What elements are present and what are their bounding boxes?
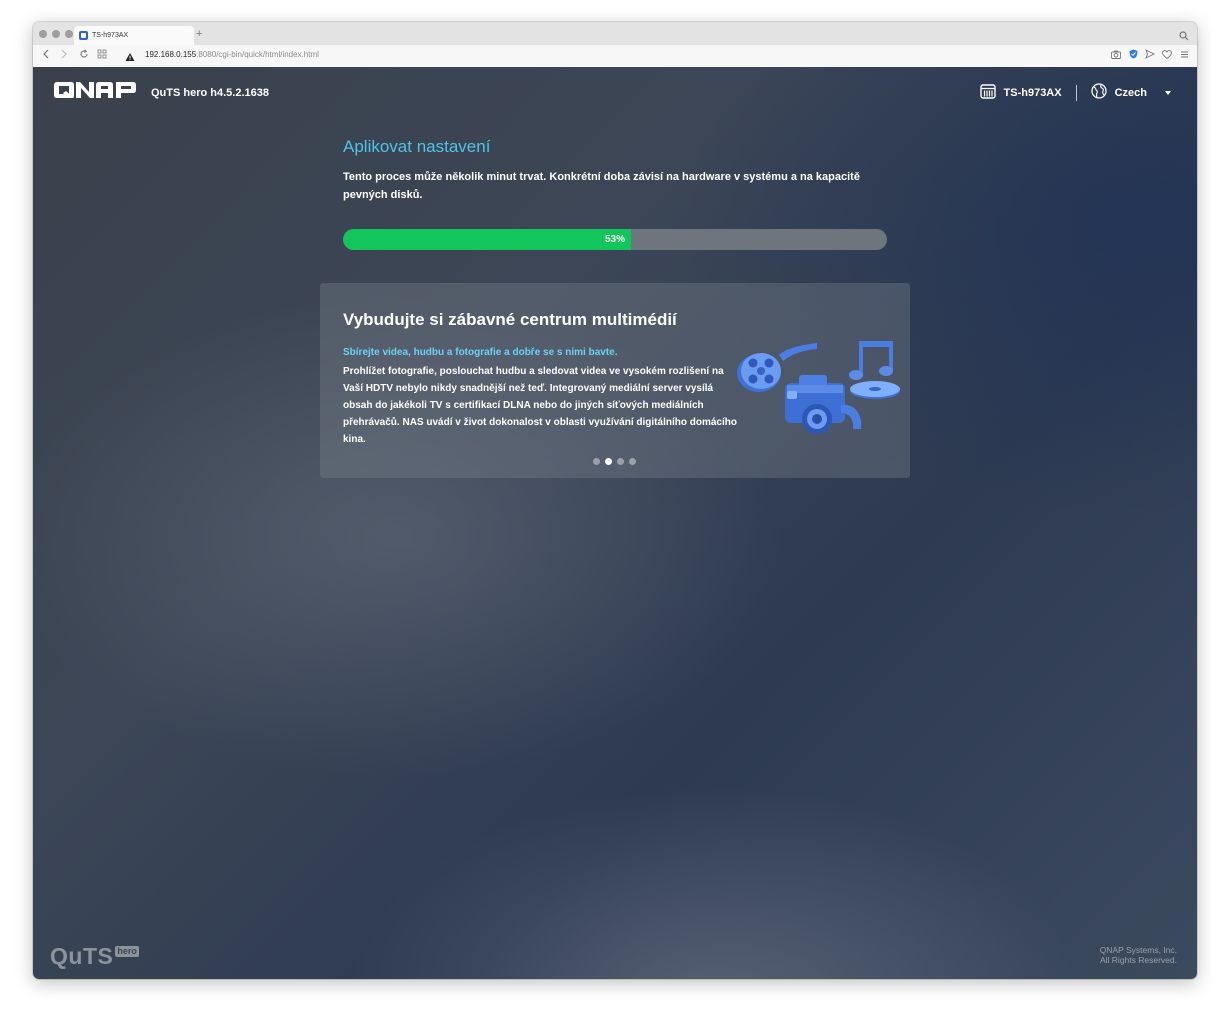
send-icon[interactable]: [1145, 49, 1155, 59]
os-version: QuTS hero h4.5.2.1638: [151, 86, 269, 99]
heart-icon[interactable]: [1162, 49, 1172, 59]
qnap-logo: [54, 81, 140, 104]
qnap-favicon-icon: [79, 31, 88, 40]
address-bar-tools: [1111, 49, 1189, 59]
close-window-button[interactable]: [39, 30, 47, 38]
carousel-dots: [593, 458, 636, 465]
setup-description: Tento proces může několik minut trvat. K…: [343, 171, 860, 201]
carousel-subtitle: Sbírejte videa, hudbu a fotografie a dob…: [343, 347, 618, 358]
menu-icon[interactable]: [1179, 49, 1189, 59]
new-tab-button[interactable]: +: [196, 28, 202, 40]
carousel-dot-4[interactable]: [629, 458, 636, 465]
progress-bar: 53%: [343, 229, 887, 250]
multimedia-illustration: [733, 333, 903, 448]
page-title: Aplikovat nastavení: [343, 137, 491, 156]
header-brand: QuTS hero h4.5.2.1638: [54, 81, 269, 104]
minimize-window-button[interactable]: [52, 30, 60, 38]
copyright-rights: All Rights Reserved.: [1099, 955, 1177, 965]
footer-logo: QuTS hero: [50, 943, 139, 970]
url-host: 192.168.0.155: [145, 50, 197, 59]
device-name: TS-h973AX: [1003, 86, 1062, 99]
camera-icon[interactable]: [1111, 49, 1121, 59]
url-path: :8080/cgi-bin/quick/html/index.html: [196, 50, 319, 59]
carousel-title: Vybudujte si zábavné centrum multimédií: [343, 310, 677, 329]
back-button[interactable]: [39, 49, 53, 63]
insecure-warning-icon[interactable]: [125, 49, 135, 67]
address-bar: 192.168.0.155:8080/cgi-bin/quick/html/in…: [33, 45, 1197, 68]
feature-carousel: Vybudujte si zábavné centrum multimédií …: [320, 283, 910, 478]
footer-logo-main: QuTS: [50, 943, 114, 969]
language-selector[interactable]: Czech: [1115, 87, 1147, 99]
url-field[interactable]: 192.168.0.155:8080/cgi-bin/quick/html/in…: [145, 50, 319, 59]
globe-icon[interactable]: [1090, 83, 1107, 102]
window-controls: [39, 30, 73, 38]
copyright: QNAP Systems, Inc. All Rights Reserved.: [1100, 945, 1177, 965]
copyright-company: QNAP Systems, Inc.: [1099, 945, 1177, 955]
tab-title: TS-h973AX: [92, 32, 129, 39]
carousel-dot-1[interactable]: [593, 458, 600, 465]
footer-logo-sub: hero: [115, 946, 139, 957]
carousel-body: Prohlížet fotografie, poslouchat hudbu a…: [343, 366, 737, 445]
carousel-dot-3[interactable]: [617, 458, 624, 465]
progress-label: 53%: [604, 234, 625, 245]
browser-tab[interactable]: TS-h973AX: [74, 26, 194, 45]
shield-icon[interactable]: [1128, 49, 1138, 59]
header-actions: TS-h973AX Czech: [979, 83, 1171, 102]
nas-device-icon: [979, 83, 996, 102]
forward-button[interactable]: [57, 49, 71, 63]
tab-strip: TS-h973AX +: [33, 22, 1197, 45]
carousel-dot-2[interactable]: [605, 458, 612, 465]
search-icon[interactable]: [1179, 28, 1189, 46]
browser-window: TS-h973AX + 192.168.0.155:8080/cgi-bin/q…: [33, 22, 1197, 979]
chevron-down-icon[interactable]: [1165, 90, 1171, 95]
zoom-window-button[interactable]: [65, 30, 73, 38]
header-divider: [1075, 84, 1077, 101]
qnap-setup-page: QuTS hero h4.5.2.1638 TS-h973AX Czech Ap…: [33, 67, 1197, 979]
reload-button[interactable]: [77, 49, 91, 63]
tab-grid-icon[interactable]: [95, 49, 109, 63]
